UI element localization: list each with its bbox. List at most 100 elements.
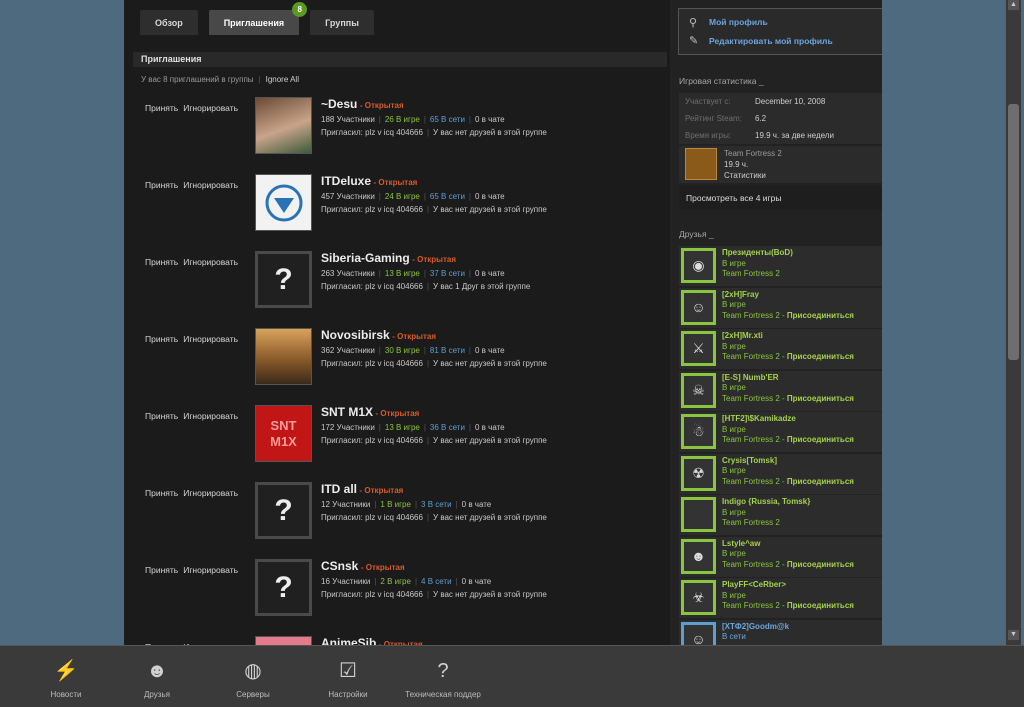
recent-game-text: Team Fortress 2 19.9 ч. Статистики [724, 148, 782, 181]
scrollbar[interactable]: ▲ ▼ [1006, 0, 1021, 645]
chat-count: 0 в чате [475, 115, 505, 124]
group-name[interactable]: CSnsk [321, 559, 358, 573]
group-avatar[interactable] [255, 97, 312, 154]
join-game-link[interactable]: Присоединиться [787, 394, 854, 403]
ignore-button[interactable]: Игнорировать [183, 180, 238, 190]
ignore-button[interactable]: Игнорировать [183, 411, 238, 421]
ingame-count: 13 В игре [384, 423, 420, 432]
ignore-all-link[interactable]: Ignore All [266, 75, 299, 84]
friend-avatar: ☢ [681, 455, 716, 491]
group-avatar[interactable]: SNT M1X [255, 405, 312, 462]
friend-row[interactable]: ☻ Lstyle^aw В игре Team Fortress 2 - При… [679, 536, 882, 577]
invite-details: Пригласил: plz v icq 404666 | У вас нет др… [321, 205, 547, 214]
accept-button[interactable]: Принять [145, 180, 178, 190]
scroll-down-icon[interactable]: ▼ [1008, 630, 1019, 640]
help-icon: ? [437, 660, 449, 682]
friend-row[interactable]: ☣ PlayFF<CeRber> В игре Team Fortress 2 … [679, 578, 882, 618]
invite-row: Принять Игнорировать Novosibirsk - Открыт… [124, 328, 669, 398]
group-name[interactable]: Novosibirsk [321, 328, 390, 342]
scroll-thumb[interactable] [1008, 104, 1019, 360]
invite-details: Пригласил: plz v icq 404666 | У вас нет др… [321, 128, 547, 137]
tab-invites[interactable]: Приглашения 8 [208, 2, 308, 35]
ingame-count: 2 В игре [380, 577, 411, 586]
group-name[interactable]: Siberia-Gaming [321, 251, 410, 265]
group-avatar-placeholder-icon[interactable]: ? [255, 251, 312, 308]
avatar-lettering: SNT M1X [270, 417, 297, 449]
join-game-link[interactable]: Присоединиться [787, 311, 854, 320]
friend-info: [HTF2]\$Kamikadze В игре Team Fortress 2… [722, 414, 854, 446]
nav-support[interactable]: ? Техническая поддер [398, 658, 488, 699]
friend-status: В игре [722, 590, 746, 600]
friend-status: В игре [722, 300, 746, 309]
group-avatar-placeholder-icon[interactable]: ? [255, 482, 312, 539]
ignore-button[interactable]: Игнорировать [183, 565, 238, 575]
join-game-link[interactable]: Присоединиться [787, 352, 854, 361]
friend-row[interactable]: Indigo {Russia, Tomsk} В игре Team Fortr… [679, 495, 882, 535]
recent-game[interactable]: Team Fortress 2 19.9 ч. Статистики [679, 146, 882, 183]
friend-info: [XTФ2]Goodm@k В сети [722, 622, 789, 643]
invite-summary: У вас 8 приглашений в группы | Ignore All [141, 75, 299, 84]
nav-friends[interactable]: ☻ Друзья [112, 658, 202, 699]
chat-count: 0 в чате [461, 577, 492, 586]
group-name[interactable]: ITD all [321, 482, 357, 496]
nav-servers[interactable]: ◍ Серверы [208, 658, 298, 699]
ignore-button[interactable]: Игнорировать [183, 334, 238, 344]
group-name[interactable]: ITDeluxe [321, 174, 371, 188]
scroll-up-icon[interactable]: ▲ [1008, 0, 1019, 10]
nav-label: Серверы [236, 690, 270, 699]
group-avatar[interactable] [255, 636, 312, 645]
group-avatar-placeholder-icon[interactable]: ? [255, 559, 312, 616]
friend-row[interactable]: ◉ Президенты(BoD) В игре Team Fortress 2 [679, 246, 882, 286]
friend-status: В игре [722, 424, 746, 434]
group-avatar[interactable] [255, 328, 312, 385]
friend-game-name: Team Fortress 2 [722, 518, 780, 527]
game-stats-link[interactable]: Статистики [724, 170, 782, 181]
group-avatar[interactable] [255, 174, 312, 231]
edit-profile-link[interactable]: Редактировать мой профиль [709, 36, 833, 46]
ignore-button[interactable]: Игнорировать [183, 257, 238, 267]
friend-name: Crysis[Tomsk] [722, 455, 777, 465]
friend-row[interactable]: ☺ [XTФ2]Goodm@k В сети [679, 619, 882, 645]
group-name[interactable]: AnimeSib [321, 636, 376, 645]
join-game-link[interactable]: Присоединиться [787, 560, 854, 569]
accept-button[interactable]: Принять [145, 565, 178, 575]
invite-row: Принять Игнорировать ? ITD all - Открытая… [124, 482, 669, 552]
tab-label: Группы [325, 17, 359, 28]
invite-details: Пригласил: plz v icq 404666 | У вас нет др… [321, 359, 547, 368]
join-game-link[interactable]: Присоединиться [787, 435, 854, 444]
friend-row[interactable]: ☢ Crysis[Tomsk] В игре Team Fortress 2 -… [679, 453, 882, 494]
my-profile-link[interactable]: Мой профиль [709, 17, 768, 27]
tab-overview[interactable]: Обзор [140, 10, 198, 35]
friend-row[interactable]: ☠ [E-S] Numb'ER В игре Team Fortress 2 -… [679, 370, 882, 411]
group-name[interactable]: ~Desu [321, 97, 357, 111]
ignore-button[interactable]: Игнорировать [183, 103, 238, 113]
join-game-link[interactable]: Присоединиться [787, 601, 854, 610]
accept-button[interactable]: Принять [145, 488, 178, 498]
group-name[interactable]: SNT M1X [321, 405, 373, 419]
join-game-link[interactable]: Присоединиться [787, 477, 854, 486]
invite-details: Пригласил: plz v icq 404666 | У вас нет др… [321, 590, 547, 599]
friend-game: Team Fortress 2 - Присоединиться [722, 352, 854, 363]
accept-button[interactable]: Принять [145, 334, 178, 344]
ingame-count: 1 В игре [380, 500, 411, 509]
nav-settings[interactable]: ☑ Настройки [303, 658, 393, 699]
nav-label: Настройки [328, 690, 368, 699]
friend-row[interactable]: ⚔ [2xH]Mr.xti В игре Team Fortress 2 - П… [679, 329, 882, 369]
group-info: Novosibirsk - Открытая 362 Участники | 30 … [321, 328, 547, 368]
tab-groups[interactable]: Группы [310, 10, 374, 35]
friends-count[interactable]: 1 Друг [455, 282, 478, 291]
bottom-nav: ⚡ Новости ☻ Друзья ◍ Серверы ☑ Настройки ? Те… [0, 645, 1024, 707]
nav-news[interactable]: ⚡ Новости [21, 658, 111, 699]
stat-label: Рейтинг Steam: [685, 114, 742, 123]
inviter-text: Пригласил: plz v icq 404666 [321, 359, 423, 368]
ignore-button[interactable]: Игнорировать [183, 488, 238, 498]
view-all-games-link[interactable]: Просмотреть все 4 игры [679, 186, 882, 210]
ingame-count: 26 В игре [384, 115, 420, 124]
accept-button[interactable]: Принять [145, 103, 178, 113]
friend-row[interactable]: ☃ [HTF2]\$Kamikadze В игре Team Fortress… [679, 412, 882, 452]
accept-button[interactable]: Принять [145, 411, 178, 421]
accept-button[interactable]: Принять [145, 257, 178, 267]
summary-text: У вас 8 приглашений в группы [141, 75, 254, 84]
friend-row[interactable]: ☺ [2xH]Fray В игре Team Fortress 2 - При… [679, 287, 882, 328]
friend-avatar: ☺ [681, 289, 716, 325]
